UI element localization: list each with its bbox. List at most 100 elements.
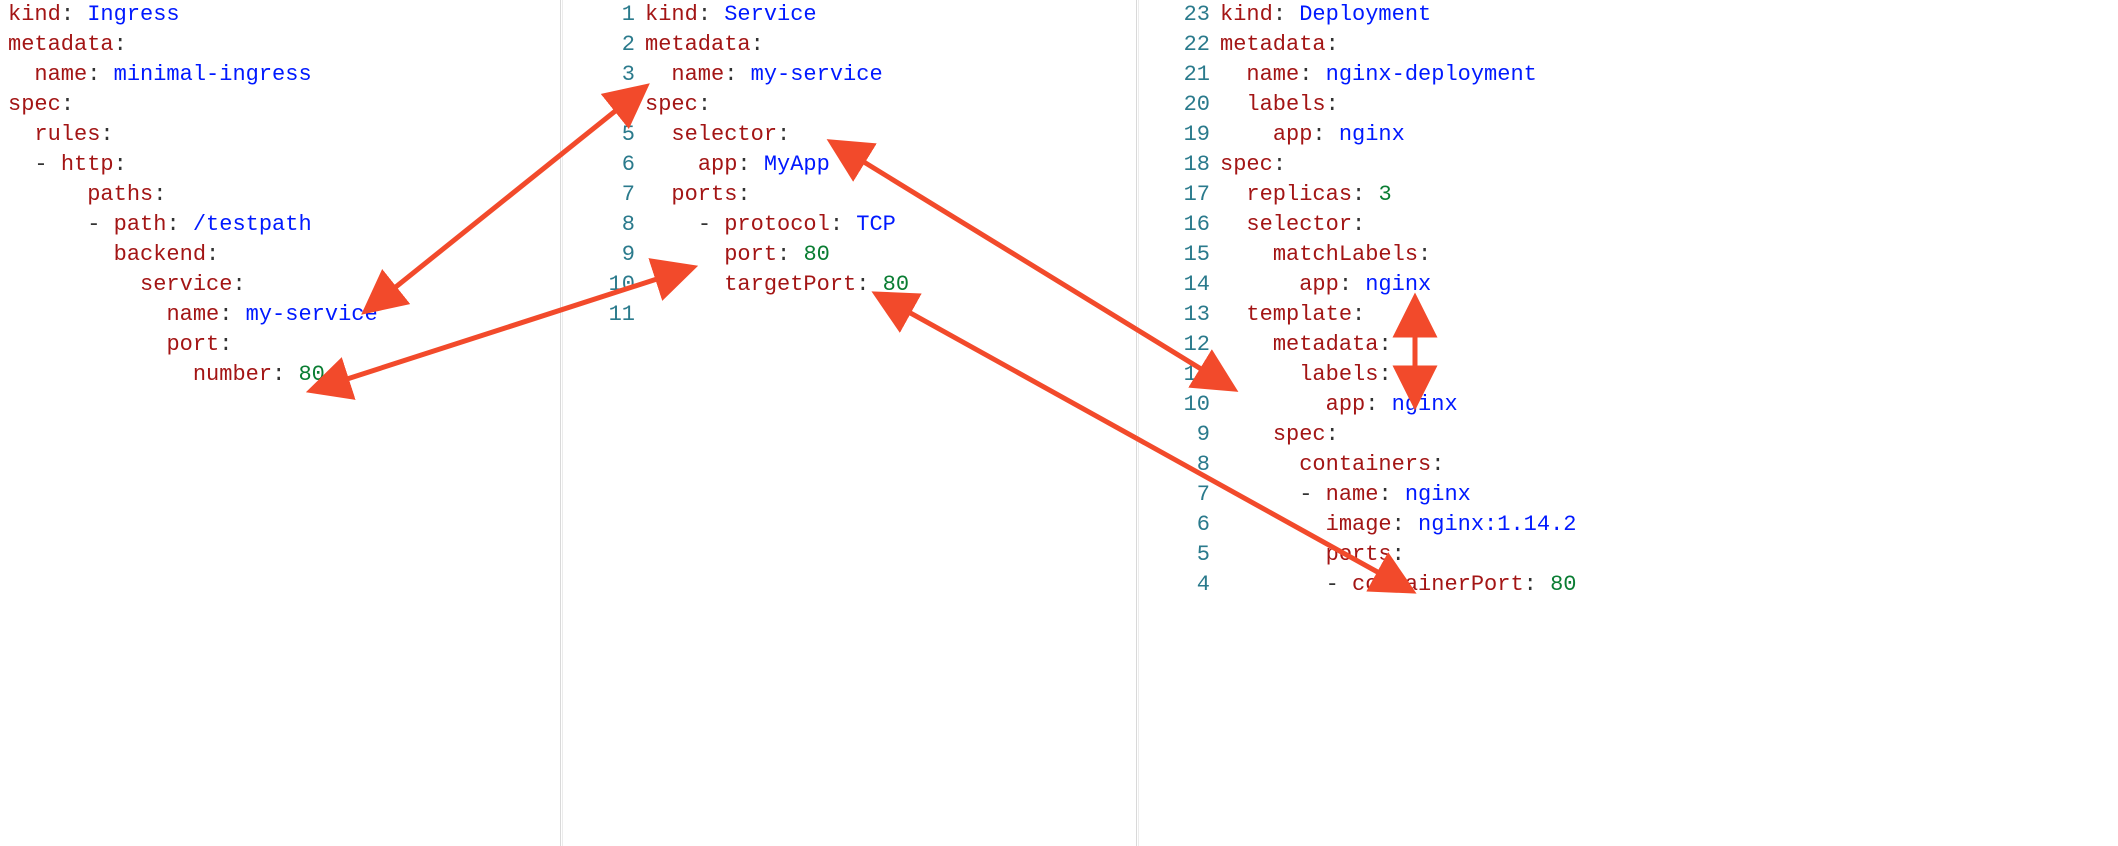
token-plain: :	[1273, 2, 1299, 27]
token-num: 3	[1378, 182, 1391, 207]
code-line: - path: /testpath	[0, 210, 560, 240]
token-key: spec	[645, 92, 698, 117]
line-number: 10	[565, 270, 645, 300]
token-plain	[1220, 302, 1246, 327]
code-text: labels:	[1220, 90, 2118, 120]
line-number: 8	[1140, 450, 1220, 480]
token-plain	[8, 242, 114, 267]
code-line: 23kind: Deployment	[1140, 0, 2118, 30]
token-plain	[1220, 182, 1246, 207]
code-line: 20 labels:	[1140, 90, 2118, 120]
token-plain	[1220, 242, 1273, 267]
line-number: 2	[565, 30, 645, 60]
token-plain: :	[1392, 512, 1418, 537]
code-line: 7 ports:	[565, 180, 1135, 210]
line-number: 9	[565, 240, 645, 270]
token-key: port	[724, 242, 777, 267]
token-plain: :	[1339, 272, 1365, 297]
line-number: 16	[1140, 210, 1220, 240]
code-line: spec:	[0, 90, 560, 120]
code-line: 6 image: nginx:1.14.2	[1140, 510, 2118, 540]
token-val: nginx:1.14.2	[1418, 512, 1576, 537]
token-plain: :	[272, 362, 298, 387]
code-line: number: 80	[0, 360, 560, 390]
code-text: metadata:	[0, 30, 560, 60]
code-text: spec:	[0, 90, 560, 120]
code-text: name: minimal-ingress	[0, 60, 560, 90]
token-key: rules	[34, 122, 100, 147]
token-key: name	[671, 62, 724, 87]
code-text: number: 80	[0, 360, 560, 390]
line-number: 19	[1140, 120, 1220, 150]
token-plain: :	[777, 122, 790, 147]
code-line: 9 port: 80	[565, 240, 1135, 270]
token-key: targetPort	[724, 272, 856, 297]
token-val: nginx	[1365, 272, 1431, 297]
token-val: /testpath	[193, 212, 312, 237]
line-number: 4	[565, 90, 645, 120]
token-key: name	[166, 302, 219, 327]
token-plain: :	[114, 152, 127, 177]
token-key: spec	[1220, 152, 1273, 177]
token-key: number	[193, 362, 272, 387]
line-number: 20	[1140, 90, 1220, 120]
token-key: kind	[645, 2, 698, 27]
token-key: matchLabels	[1273, 242, 1418, 267]
code-line: 14 app: nginx	[1140, 270, 2118, 300]
token-val: Service	[724, 2, 816, 27]
token-key: kind	[1220, 2, 1273, 27]
code-line: kind: Ingress	[0, 0, 560, 30]
token-plain: :	[724, 62, 750, 87]
token-plain: :	[1326, 422, 1339, 447]
line-number: 17	[1140, 180, 1220, 210]
service-yaml: 1kind: Service2metadata:3 name: my-servi…	[565, 0, 1135, 330]
token-key: protocol	[724, 212, 830, 237]
code-line: backend:	[0, 240, 560, 270]
token-plain: :	[737, 182, 750, 207]
line-number: 7	[1140, 480, 1220, 510]
code-text: name: nginx-deployment	[1220, 60, 2118, 90]
line-number: 6	[565, 150, 645, 180]
code-text: paths:	[0, 180, 560, 210]
token-plain	[1220, 212, 1246, 237]
token-plain: :	[61, 92, 74, 117]
token-plain	[8, 212, 87, 237]
code-line: - http:	[0, 150, 560, 180]
token-val: TCP	[856, 212, 896, 237]
code-text: - http:	[0, 150, 560, 180]
token-plain: :	[698, 92, 711, 117]
token-val: Ingress	[87, 2, 179, 27]
token-num: 80	[1550, 572, 1576, 597]
code-line: port:	[0, 330, 560, 360]
token-plain	[645, 272, 724, 297]
token-plain: :	[61, 2, 87, 27]
token-plain: :	[1418, 242, 1431, 267]
code-text: image: nginx:1.14.2	[1220, 510, 2118, 540]
token-dash: -	[34, 152, 60, 177]
code-text: - path: /testpath	[0, 210, 560, 240]
line-number: 22	[1140, 30, 1220, 60]
token-plain	[1220, 92, 1246, 117]
code-line: 16 selector:	[1140, 210, 2118, 240]
token-plain: :	[87, 62, 113, 87]
code-line: metadata:	[0, 30, 560, 60]
line-number: 18	[1140, 150, 1220, 180]
token-plain: :	[1312, 122, 1338, 147]
token-dash: -	[1299, 482, 1325, 507]
token-plain	[8, 62, 34, 87]
token-plain: :	[1326, 32, 1339, 57]
token-plain: :	[698, 2, 724, 27]
token-key: selector	[671, 122, 777, 147]
token-plain: :	[1352, 302, 1365, 327]
token-plain: :	[830, 212, 856, 237]
token-plain: :	[1365, 392, 1391, 417]
code-text: kind: Service	[645, 0, 1135, 30]
token-plain	[8, 332, 166, 357]
code-text: metadata:	[645, 30, 1135, 60]
token-plain	[1220, 122, 1273, 147]
token-plain	[645, 242, 724, 267]
token-plain	[1220, 452, 1299, 477]
code-text: template:	[1220, 300, 2118, 330]
token-plain	[8, 272, 140, 297]
token-plain: :	[100, 122, 113, 147]
